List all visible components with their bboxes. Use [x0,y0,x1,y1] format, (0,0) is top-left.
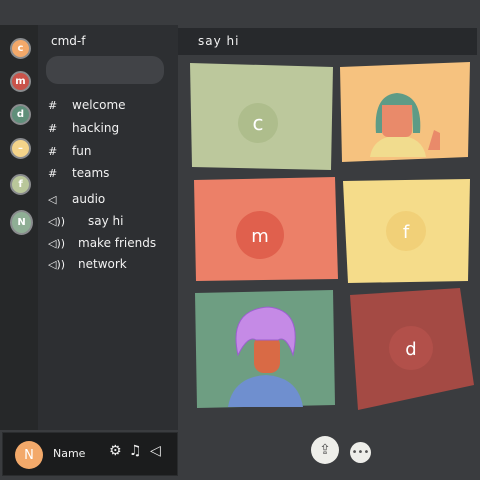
video-tile-f[interactable]: f [343,179,470,283]
channel-header: say hi [178,28,477,55]
server-icon-dash[interactable]: – [10,138,31,159]
channel-hacking[interactable]: # hacking [48,121,119,135]
speaker-icon[interactable]: ◁ [150,443,161,459]
channel-teams[interactable]: # teams [48,166,109,180]
server-icon-d[interactable]: d [10,104,31,125]
server-icon-c[interactable]: c [10,38,31,59]
ellipsis-icon: ••• [351,447,370,458]
channel-fun[interactable]: # fun [48,144,91,158]
channel-welcome[interactable]: # welcome [48,98,126,112]
more-options-button[interactable]: ••• [350,442,371,463]
gear-icon[interactable]: ⚙ [109,443,122,459]
share-screen-button[interactable]: ⇪ [311,436,339,464]
video-tile-c[interactable]: c [190,63,333,170]
video-tile-d[interactable]: d [350,288,474,410]
hash-icon: # [48,167,58,180]
bell-icon[interactable]: ♫ [129,443,142,459]
video-tile-curly-hair-person[interactable] [195,290,335,408]
server-rail: c m d – f N [0,25,38,430]
voice-channel-network[interactable]: ◁)) network [48,257,127,271]
speaker-loud-icon: ◁)) [48,258,66,271]
voice-channel-audio[interactable]: ◁ audio [48,192,105,206]
voice-channel-make-friends[interactable]: ◁)) make friends [48,236,156,250]
speaker-loud-icon: ◁)) [48,215,66,228]
search-bar[interactable] [46,56,164,84]
voice-channel-say-hi[interactable]: ◁)) say hi [48,214,123,228]
svg-text:f: f [403,222,410,243]
speaker-icon: ◁ [48,193,57,206]
hash-icon: # [48,145,58,158]
svg-text:c: c [253,111,264,135]
user-panel: N Name ⚙ ♫ ◁ [2,432,178,476]
server-icon-f[interactable]: f [10,174,31,195]
avatar[interactable]: N [15,441,43,469]
speaker-loud-icon: ◁)) [48,237,66,250]
user-name: Name [53,447,86,460]
server-icon-n[interactable]: N [10,210,33,235]
channel-name: say hi [198,34,240,48]
video-tile-waving-person[interactable] [340,62,470,162]
svg-text:d: d [405,339,416,360]
video-grid: c m f d [190,62,474,410]
hash-icon: # [48,99,58,112]
share-icon: ⇪ [319,442,331,458]
svg-text:m: m [251,226,269,247]
server-icon-m[interactable]: m [10,71,31,92]
video-tile-m[interactable]: m [194,177,338,281]
server-title: cmd-f [51,34,86,48]
hash-icon: # [48,122,58,135]
